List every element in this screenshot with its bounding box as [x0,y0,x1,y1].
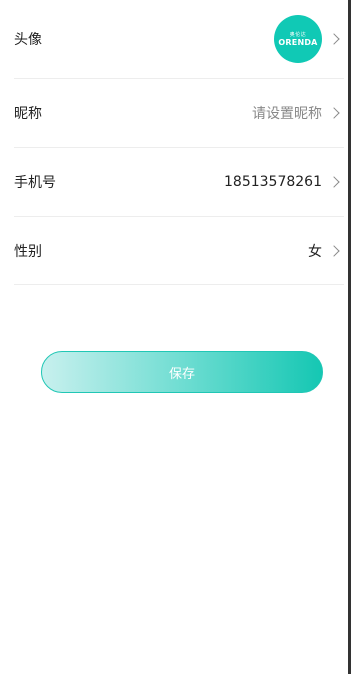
chevron-right-icon [328,244,340,257]
phone-label: 手机号 [14,175,56,191]
gender-value: 女 [308,243,322,260]
avatar-logo-brand: ORENDA [278,37,318,47]
phone-value-wrap: 18513578261 [224,174,344,190]
phone-row[interactable]: 手机号 18513578261 [14,148,344,217]
nickname-label: 昵称 [14,106,42,122]
nickname-placeholder: 请设置昵称 [252,106,322,122]
nickname-row[interactable]: 昵称 请设置昵称 [14,79,344,148]
gender-value-wrap: 女 [308,241,344,261]
profile-edit-page: 头像 奥伦达 ORENDA 昵称 请设置昵称 手机号 18513578261 性… [0,0,351,674]
avatar[interactable]: 奥伦达 ORENDA [274,15,322,63]
gender-label: 性别 [14,243,42,260]
gender-row[interactable]: 性别 女 [14,217,344,285]
chevron-right-icon [328,176,340,188]
avatar-value: 奥伦达 ORENDA [274,15,344,63]
chevron-right-icon [328,107,340,119]
phone-value: 18513578261 [224,174,322,190]
avatar-row[interactable]: 头像 奥伦达 ORENDA [14,0,344,79]
avatar-label: 头像 [14,32,42,48]
save-button[interactable]: 保存 [41,351,323,393]
nickname-value: 请设置昵称 [252,103,344,123]
chevron-right-icon [328,33,340,45]
